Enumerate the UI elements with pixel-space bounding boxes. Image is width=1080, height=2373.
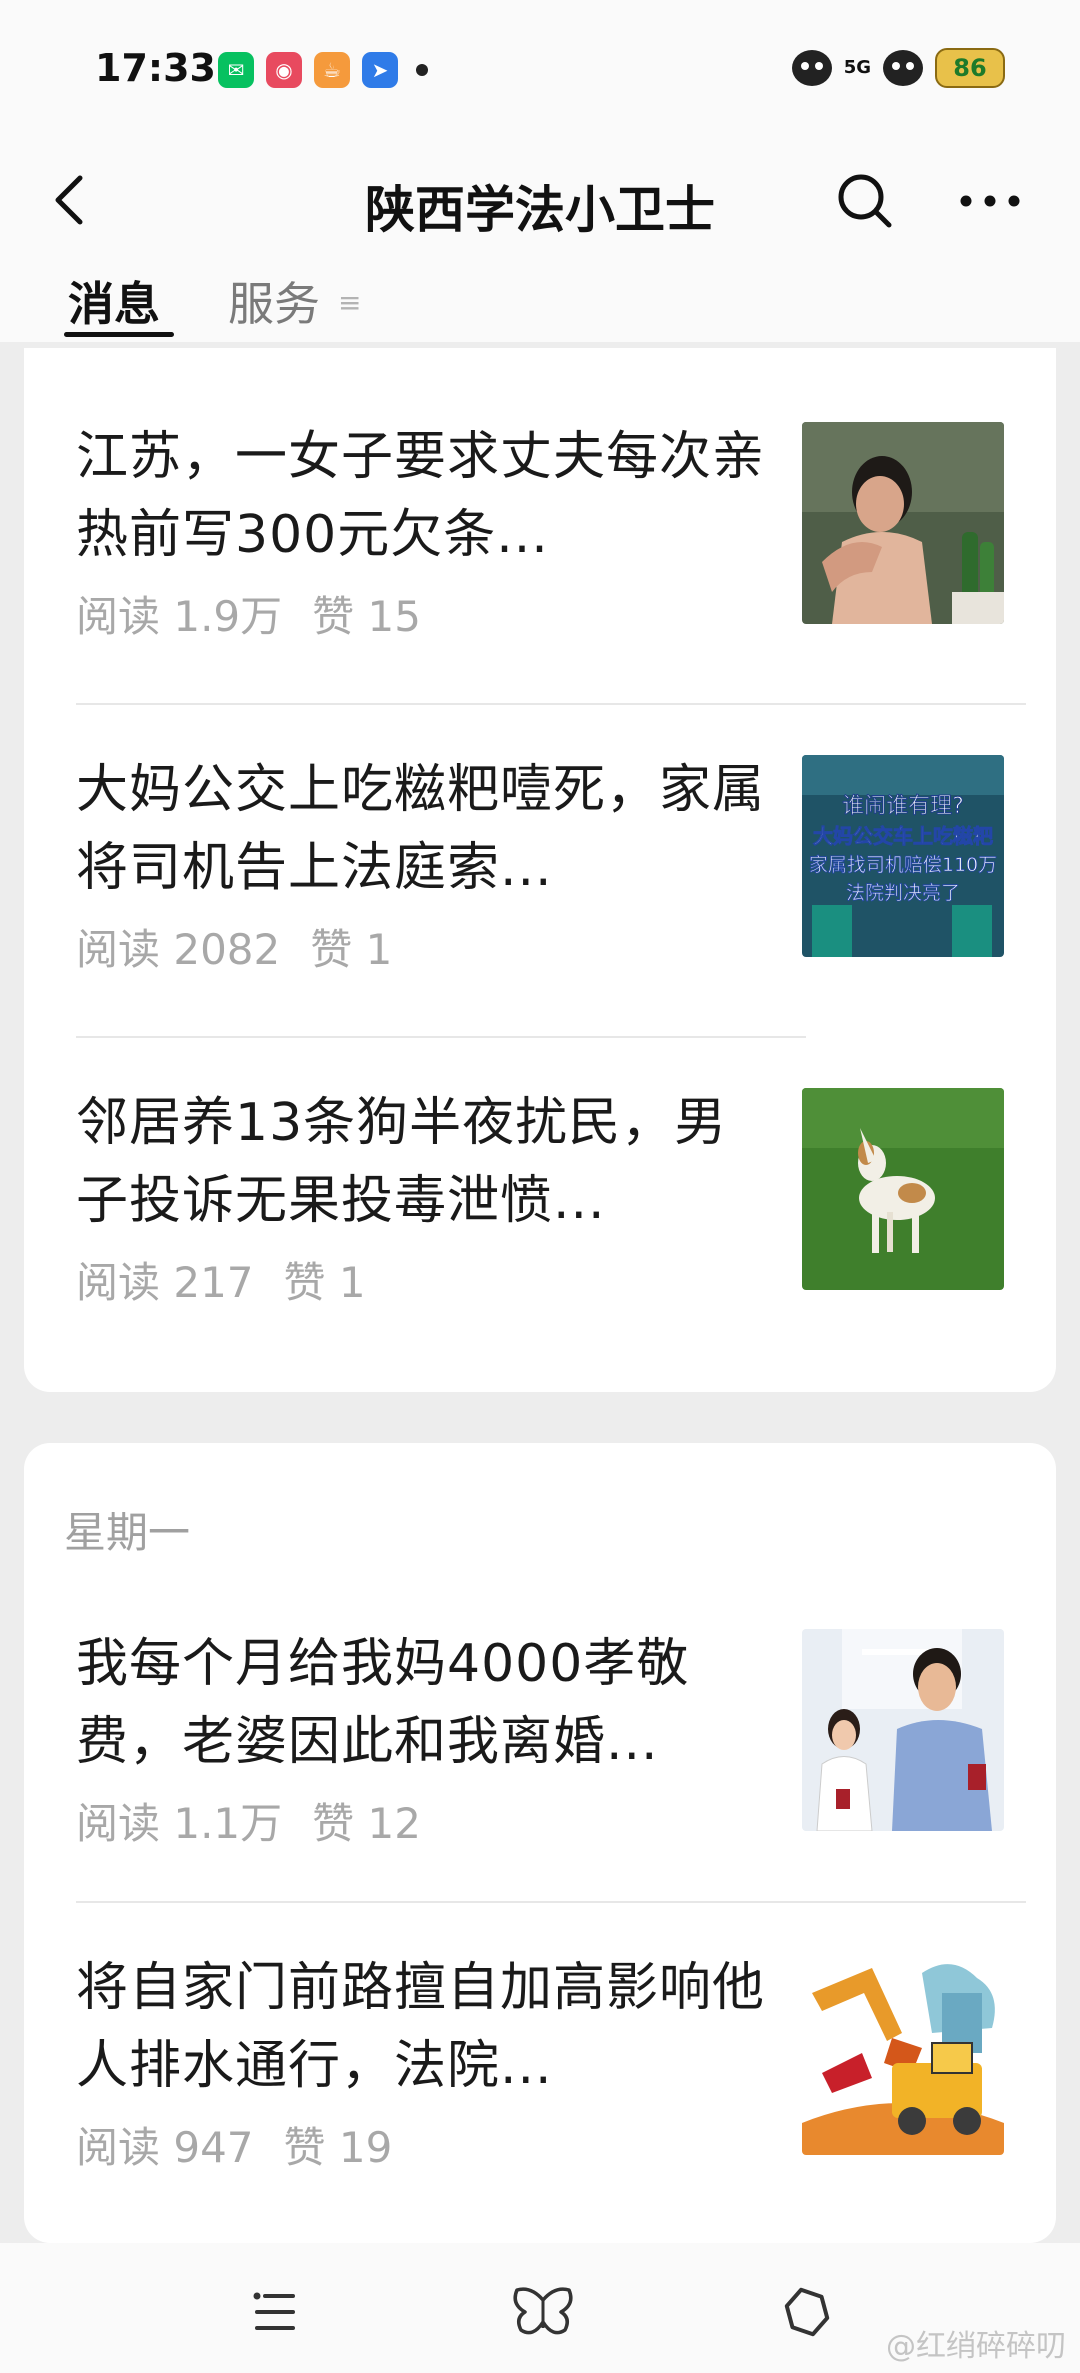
- article-divider: [76, 1901, 1026, 1903]
- butterfly-icon: [513, 2287, 573, 2335]
- channels-button[interactable]: [508, 2277, 578, 2347]
- article-divider: [76, 1036, 806, 1038]
- more-options-button[interactable]: [955, 166, 1025, 236]
- article-meta: 阅读 2082 赞 1: [76, 916, 422, 977]
- list-menu-icon: [253, 2292, 295, 2330]
- app-notification-icon: ◉: [266, 52, 302, 88]
- more-notifications-dot: [416, 64, 428, 76]
- cup-icon: ☕: [314, 52, 350, 88]
- article-thumbnail: 谁闹谁有理? 大妈公交车上吃糍粑 家属找司机赔偿110万 法院判决亮了: [802, 755, 1004, 957]
- article-meta: 阅读 1.1万赞 12: [76, 1790, 451, 1851]
- article-title: 将自家门前路擅自加高影响他人排水通行，法院...: [76, 1958, 766, 2096]
- article-thumbnail: [802, 1088, 1004, 1290]
- article-title: 大妈公交上吃糍粑噎死，家属将司机告上法庭索...: [76, 760, 766, 898]
- article-thumbnail: [802, 1953, 1004, 2155]
- article-thumbnail: [802, 422, 1004, 624]
- tab-bar: 消息 服务 ≡: [0, 262, 1080, 342]
- search-button[interactable]: [830, 166, 900, 236]
- wechat-icon: ✉: [218, 52, 254, 88]
- more-dots-icon: [960, 195, 1020, 207]
- message-group-card: 江苏，一女子要求丈夫每次亲热前写300元欠条... 阅读 1.9万赞 15 大妈…: [24, 348, 1056, 1392]
- read-count: 阅读 217: [76, 1258, 254, 1307]
- read-count: 阅读 947: [76, 2123, 254, 2172]
- like-count: 赞 1: [310, 925, 393, 974]
- article-thumbnail: [802, 1629, 1004, 1831]
- article-title: 我每个月给我妈4000孝敬费，老婆因此和我离婚...: [76, 1634, 690, 1772]
- navigation-bar: 陕西学法小卫士: [0, 130, 1080, 270]
- signal-mascot-icon: [883, 50, 923, 86]
- article-item[interactable]: 我每个月给我妈4000孝敬费，老婆因此和我离婚... 阅读 1.1万赞 12: [76, 1625, 1026, 1925]
- status-time: 17:33: [95, 46, 216, 90]
- mascot-icon: [791, 50, 832, 86]
- read-count: 阅读 1.1万: [76, 1799, 283, 1848]
- article-item[interactable]: 大妈公交上吃糍粑噎死，家属将司机告上法庭索... 阅读 2082 赞 1 谁闹谁有…: [76, 751, 1026, 1051]
- watermark: @红绡碎碎叨: [886, 2329, 1066, 2364]
- thumbnail-caption: 谁闹谁有理?: [842, 794, 964, 819]
- read-count: 阅读 1.9万: [76, 592, 283, 641]
- bottom-toolbar: @红绡碎碎叨: [0, 2243, 1080, 2373]
- thumbnail-caption: 法院判决亮了: [846, 882, 960, 904]
- network-indicator: 5G: [843, 57, 871, 78]
- day-label: 星期一: [64, 1508, 191, 1557]
- article-title: 江苏，一女子要求丈夫每次亲热前写300元欠条...: [76, 427, 766, 565]
- article-divider: [76, 703, 1026, 705]
- active-tab-indicator: [64, 332, 174, 337]
- battery-indicator: 86: [935, 48, 1005, 88]
- like-count: 赞 12: [312, 1799, 421, 1848]
- like-count: 赞 1: [283, 1258, 366, 1307]
- article-meta: 阅读 947 赞 19: [76, 2114, 422, 2175]
- like-count: 赞 15: [312, 592, 421, 641]
- read-count: 阅读 2082: [76, 925, 281, 974]
- tab-services[interactable]: 服务: [228, 268, 320, 334]
- article-item[interactable]: 将自家门前路擅自加高影响他人排水通行，法院... 阅读 947 赞 19: [76, 1949, 1026, 2249]
- hexagon-icon: [784, 2287, 830, 2337]
- search-icon: [838, 174, 892, 228]
- notification-icons: ✉ ◉ ☕ ➤: [218, 52, 428, 88]
- article-meta: 阅读 1.9万赞 15: [76, 583, 451, 644]
- thumbnail-caption: 家属找司机赔偿110万: [809, 854, 997, 876]
- article-title: 邻居养13条狗半夜扰民，男子投诉无果投毒泄愤...: [76, 1093, 728, 1231]
- menu-lines-icon: ≡: [338, 286, 362, 319]
- message-group-card: 星期一 我每个月给我妈4000孝敬费，老婆因此和我离婚... 阅读 1.1万赞 …: [24, 1443, 1056, 2243]
- article-item[interactable]: 江苏，一女子要求丈夫每次亲热前写300元欠条... 阅读 1.9万赞 15: [76, 418, 1026, 718]
- status-bar: 17:33 ✉ ◉ ☕ ➤ 5G 86: [0, 0, 1080, 130]
- tab-messages[interactable]: 消息: [68, 268, 160, 334]
- status-right-icons: 5G 86: [791, 48, 1005, 88]
- menu-button[interactable]: [240, 2277, 310, 2347]
- page-title: 陕西学法小卫士: [365, 181, 715, 239]
- article-item[interactable]: 邻居养13条狗半夜扰民，男子投诉无果投毒泄愤... 阅读 217 赞 1: [76, 1084, 1026, 1384]
- arrow-app-icon: ➤: [362, 52, 398, 88]
- thumbnail-caption: 大妈公交车上吃糍粑: [813, 824, 993, 848]
- article-meta: 阅读 217 赞 1: [76, 1249, 396, 1310]
- mini-program-button[interactable]: [772, 2277, 842, 2347]
- like-count: 赞 19: [283, 2123, 393, 2172]
